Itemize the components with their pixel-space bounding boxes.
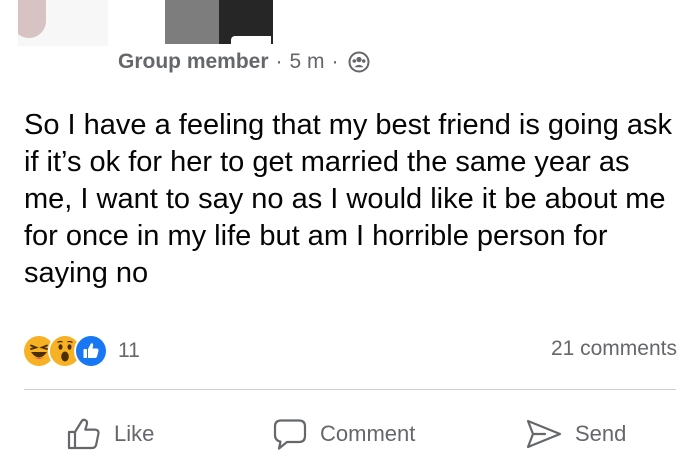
reaction-summary[interactable]: 11 [22,334,140,368]
like-label: Like [114,421,155,446]
avatar[interactable] [18,0,108,46]
comment-label: Comment [320,421,416,446]
like-button[interactable]: Like [66,408,154,460]
like-icon [74,334,108,368]
redacted-name-block [165,0,273,44]
post-meta: Group member · 5 m · [118,47,370,77]
post-action-bar: Like Comment Send [0,408,700,460]
send-button[interactable]: Send [525,408,626,460]
avatar-image [18,0,46,38]
thumbs-up-icon [67,418,100,450]
reaction-count: 11 [118,339,140,362]
comments-count-link[interactable]: 21 comments [551,337,677,361]
group-icon [348,51,370,73]
meta-separator: · [275,50,283,73]
send-icon [526,419,562,449]
comment-icon [273,419,307,450]
meta-separator: · [331,50,339,73]
send-label: Send [575,421,627,446]
author-role: Group member [118,50,269,73]
post-body: So I have a feeling that my best friend … [24,109,673,289]
divider [24,389,676,390]
comment-button[interactable]: Comment [272,408,415,460]
post-timestamp[interactable]: 5 m [290,50,325,74]
